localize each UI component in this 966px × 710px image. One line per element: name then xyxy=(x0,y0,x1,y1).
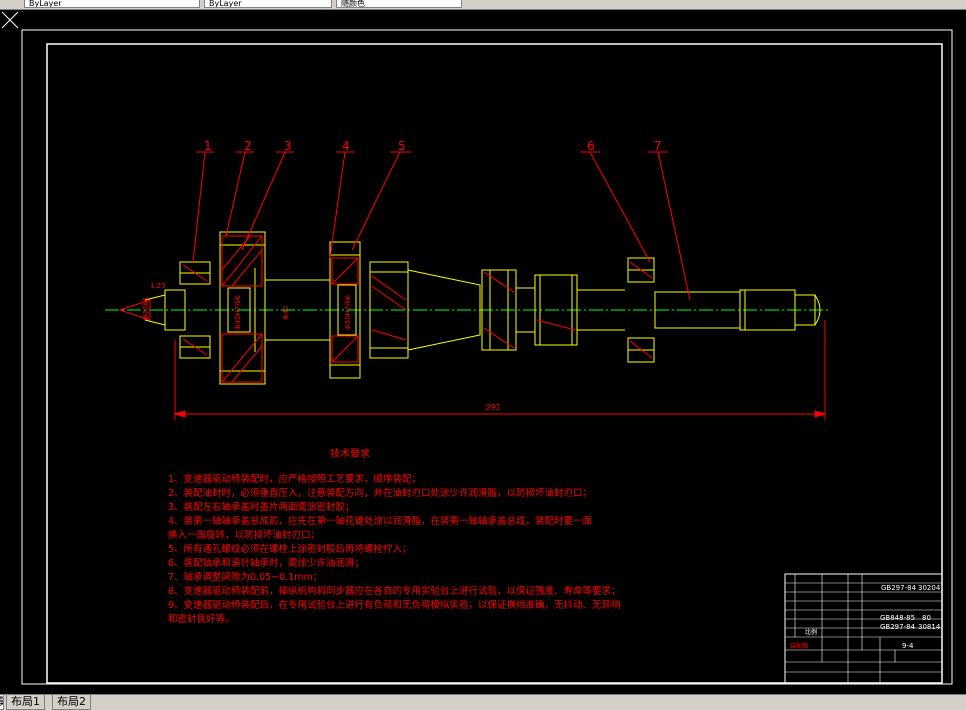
tech-req-line: 1、变速器驱动桥装配时，应严格按照工艺要求，顺序装配； xyxy=(168,473,421,485)
tech-req-line: 2、装配油封时，必须垂直压入，注意装配方向，并在油封刃口处涂少许润滑脂，以防损坏… xyxy=(168,487,592,499)
tech-req-line: 7、轴承调整间隙为0.05~0.1mm； xyxy=(168,571,322,583)
lineweight-dropdown[interactable]: 随颜色 xyxy=(336,0,462,8)
dim-dia-b: Φ32k6 xyxy=(142,297,150,320)
cad-drawing: 291 1.25 Φ42 Φ42H7/k6 Φ35H7/k6 Φ32k6 1 2… xyxy=(21,29,953,685)
balloon-2: 2 xyxy=(244,139,252,153)
tech-req-line: 和密封良好等。 xyxy=(168,613,235,625)
tb-r1-std: GB297-84 xyxy=(881,584,917,592)
tb-r5-code: 30814 xyxy=(918,623,941,631)
tech-req-line: 6、装配轴承和滚针轴承时，需涂少许油润滑； xyxy=(168,557,364,569)
shaft-assembly xyxy=(144,231,821,385)
tech-req-line: 9、变速器驱动桥装配后，在专用试验台上进行有负荷和无负荷模拟实验，以保证换挡准确… xyxy=(168,599,621,611)
ucs-icon xyxy=(1,11,19,29)
balloon-5: 5 xyxy=(398,139,406,153)
balloon-7: 7 xyxy=(654,139,662,153)
dim-fit-a: Φ42H7/k6 xyxy=(234,294,242,330)
tech-req-line: 3、装配左右轴承盖时盖片两面需涂密封胶； xyxy=(168,501,355,513)
tab-layout2[interactable]: 布局2 xyxy=(52,695,91,710)
tb-r5-std: GB297-84 xyxy=(880,623,916,631)
balloon-3: 3 xyxy=(284,139,292,153)
tech-req-line: 换入一面旋转，以防损坏油封刃口； xyxy=(168,529,320,541)
balloon-6: 6 xyxy=(587,139,595,153)
balloon-4: 4 xyxy=(342,139,350,153)
tb-r1-code: 30204 xyxy=(918,584,941,592)
dim-fit-b: Φ35H7/k6 xyxy=(344,294,352,330)
tech-req-line: 5、所有通孔螺纹必须在螺栓上涂密封胶后再将螺栓拧入； xyxy=(168,543,412,555)
linetype-dropdown[interactable]: ByLayer xyxy=(204,0,332,8)
dim-dia-a: Φ42 xyxy=(282,306,290,320)
dim-overall-length: 291 xyxy=(485,403,500,412)
tech-req-list: 1、变速器驱动桥装配时，应严格按照工艺要求，顺序装配； 2、装配油封时，必须垂直… xyxy=(168,473,621,625)
tech-req-title: 技术要求 xyxy=(330,447,370,460)
tb-label-a: 装配图 xyxy=(790,642,808,650)
dim-chamfer: 1.25 xyxy=(150,282,166,290)
balloon-numbers: 1 2 3 4 5 6 7 xyxy=(204,139,662,153)
color-dropdown[interactable]: ByLayer xyxy=(24,0,200,8)
drawing-canvas[interactable]: 291 1.25 Φ42 Φ42H7/k6 Φ35H7/k6 Φ32k6 1 2… xyxy=(0,10,966,694)
title-block: GB297-84 30204 GB848-85 80 GB297-84 3081… xyxy=(784,573,943,684)
balloon-leaders xyxy=(192,151,691,301)
tab-layout1[interactable]: 布局1 xyxy=(6,695,45,710)
tb-r4-std: GB848-85 xyxy=(880,614,915,622)
balloon-1: 1 xyxy=(204,139,212,153)
tab-model[interactable]: 模型 xyxy=(0,695,4,710)
tech-req-line: 8、变速器驱动桥装配前，操纵机构和同步器应在各自的专用实验台上进行试验，以保证强… xyxy=(168,585,621,597)
tb-sheet: 9-4 xyxy=(902,642,914,650)
tb-r4-qty: 80 xyxy=(922,614,931,622)
toolbar: ByLayer ByLayer 随颜色 xyxy=(0,0,966,10)
layout-tabs: 模型 布局1 布局2 xyxy=(0,694,966,710)
tb-scale-label: 比例 xyxy=(805,628,817,636)
tech-req-line: 4、装第一轴轴承盖总成前，应先在第一轴花键处涂以润滑脂，在装第一轴轴承盖总成，装… xyxy=(168,515,592,527)
